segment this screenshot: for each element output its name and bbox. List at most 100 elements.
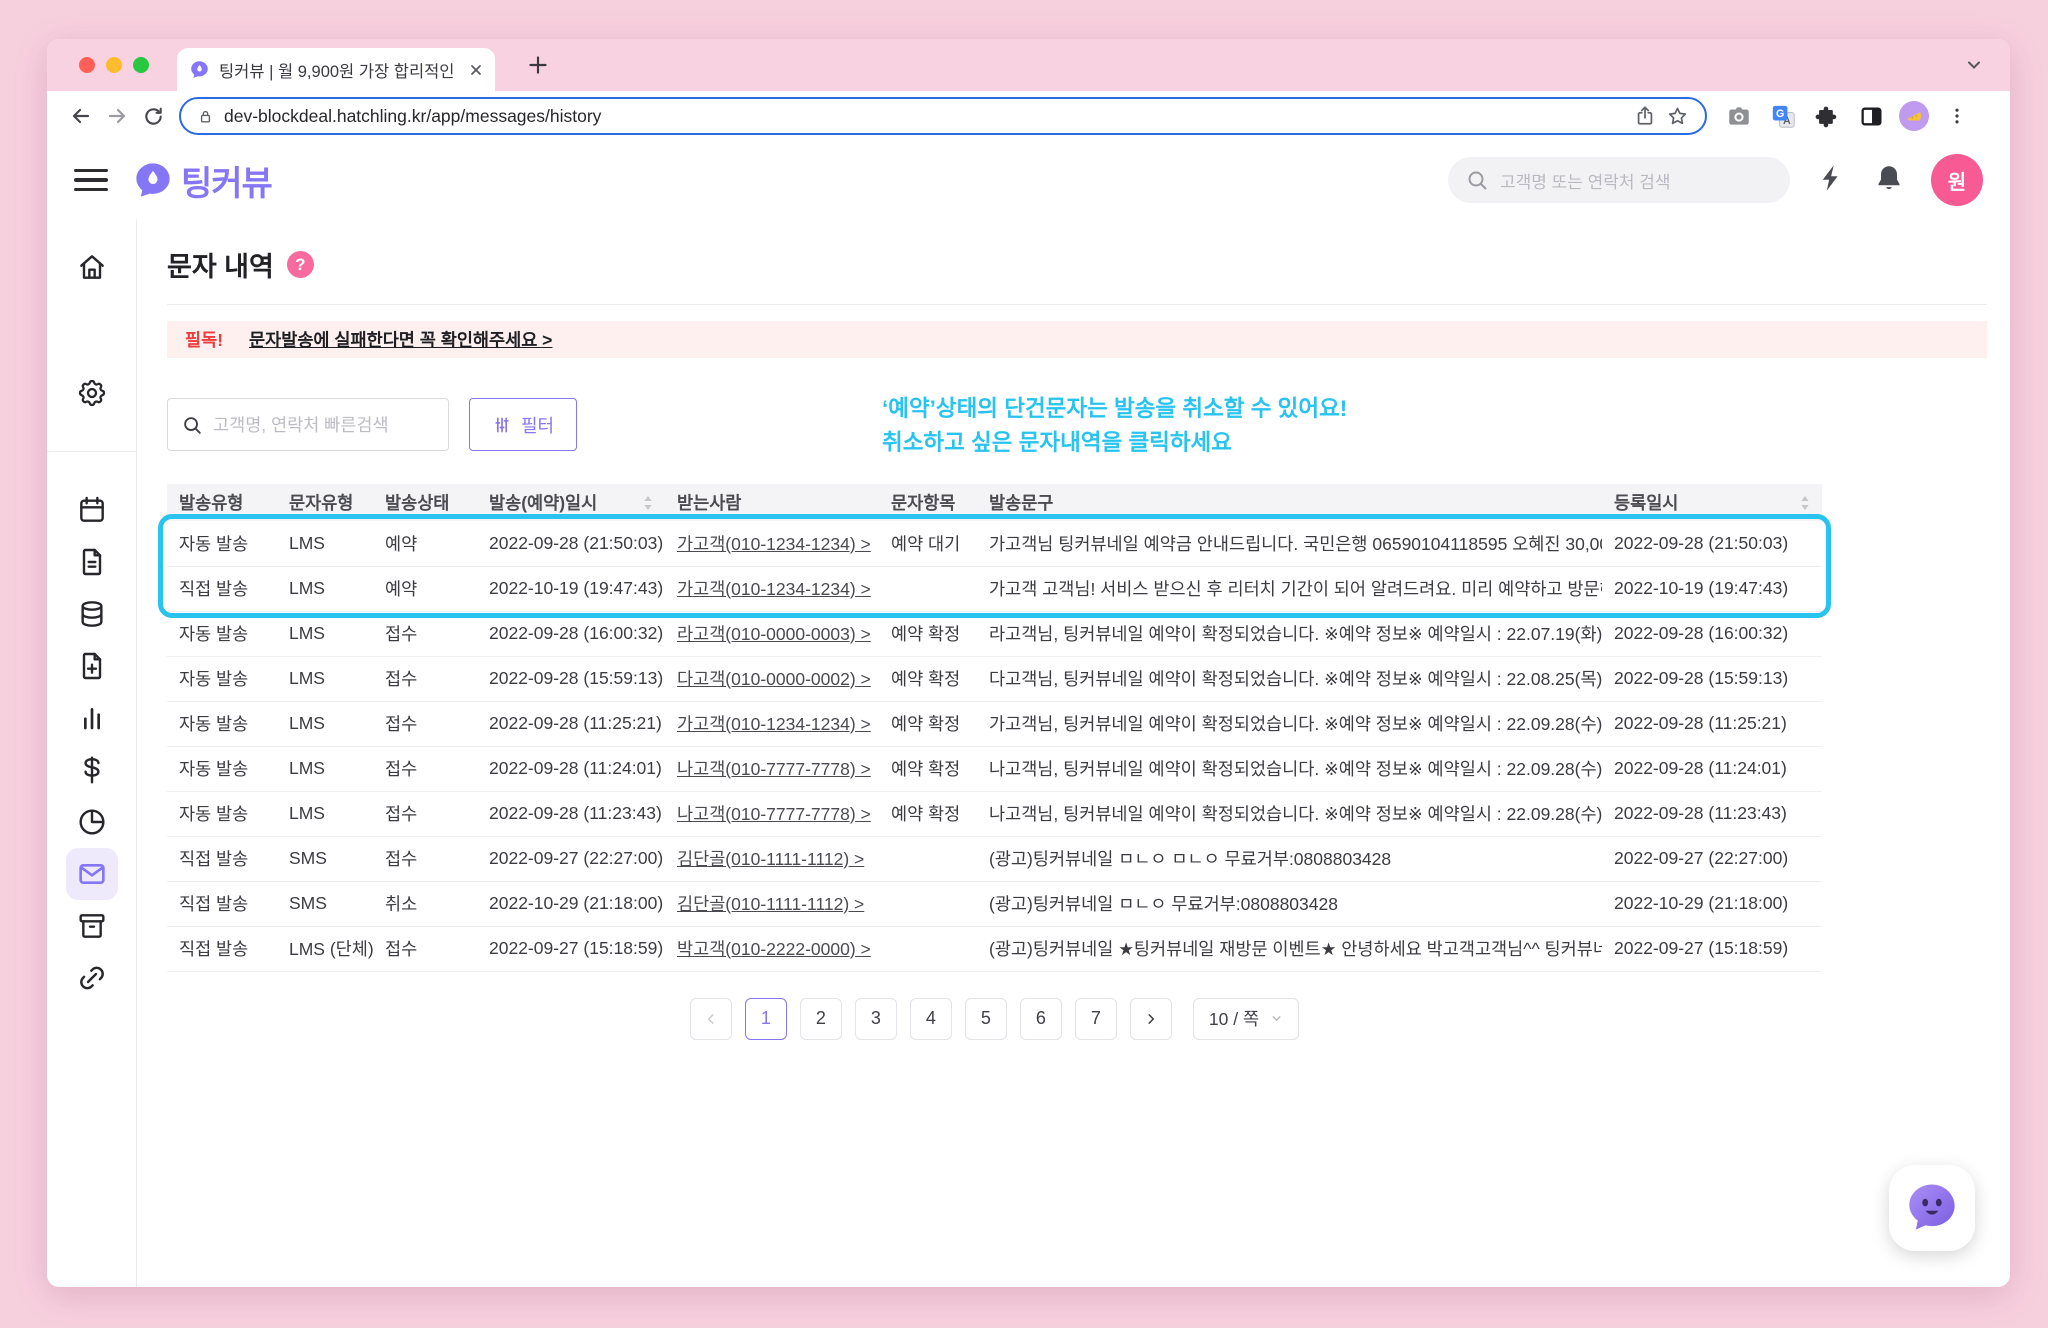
recipient-link[interactable]: 가고객(010-1234-1234) > <box>677 579 871 599</box>
table-row[interactable]: 자동 발송 LMS 접수 2022-09-28 (11:24:01) 나고객(0… <box>167 746 1822 791</box>
search-icon <box>181 414 203 436</box>
cell-category: 예약 확정 <box>879 746 977 791</box>
bookmark-star-icon[interactable] <box>1666 105 1689 128</box>
table-row[interactable]: 자동 발송 LMS 예약 2022-09-28 (21:50:03) 가고객(0… <box>167 521 1822 566</box>
help-badge[interactable]: ? <box>287 251 314 278</box>
sidebar-item-calendar[interactable] <box>74 492 110 528</box>
notifications-button[interactable] <box>1874 163 1904 198</box>
page-button-3[interactable]: 3 <box>855 998 897 1040</box>
page-button-1[interactable]: 1 <box>745 998 787 1040</box>
forward-button[interactable] <box>99 98 135 134</box>
recipient-link[interactable]: 나고객(010-7777-7778) > <box>677 804 871 824</box>
cell-sent-at: 2022-09-28 (11:23:43) <box>477 791 665 836</box>
next-page-button[interactable] <box>1130 998 1172 1040</box>
screenshot-extension-button[interactable] <box>1723 100 1755 132</box>
prev-page-button[interactable] <box>690 998 732 1040</box>
cell-category: 예약 확정 <box>879 791 977 836</box>
cell-message: 나고객님, 팅커뷰네일 예약이 확정되었습니다. ※예약 정보※ 예약일시 : … <box>977 746 1602 791</box>
page-button-6[interactable]: 6 <box>1020 998 1062 1040</box>
browser-profile-avatar[interactable] <box>1899 101 1929 131</box>
sidebar-item-links[interactable] <box>74 960 110 996</box>
cell-registered-at: 2022-09-27 (22:27:00) <box>1602 836 1822 881</box>
filter-button[interactable]: 필터 <box>469 398 577 451</box>
cell-send-type: 자동 발송 <box>167 701 277 746</box>
translate-extension-button[interactable]: AG <box>1767 100 1799 132</box>
col-send-type[interactable]: 발송유형 <box>167 484 277 521</box>
chat-widget-button[interactable] <box>1889 1165 1975 1251</box>
sidebar-item-messages[interactable] <box>66 848 118 900</box>
recipient-link[interactable]: 가고객(010-1234-1234) > <box>677 534 871 554</box>
col-status[interactable]: 발송상태 <box>373 484 477 521</box>
share-icon[interactable] <box>1634 105 1656 127</box>
col-recipient[interactable]: 받는사람 <box>665 484 879 521</box>
col-message[interactable]: 발송문구 <box>977 484 1602 521</box>
lightning-icon <box>1817 163 1847 193</box>
sidebar-item-sales[interactable] <box>74 752 110 788</box>
quick-search-input[interactable]: 고객명, 연락처 빠른검색 <box>167 398 449 451</box>
table-row[interactable]: 직접 발송 LMS 예약 2022-10-19 (19:47:43) 가고객(0… <box>167 566 1822 611</box>
quick-actions-button[interactable] <box>1817 163 1847 198</box>
col-msg-type[interactable]: 문자유형 <box>277 484 373 521</box>
recipient-link[interactable]: 다고객(010-0000-0002) > <box>677 669 871 689</box>
table-row[interactable]: 직접 발송 SMS 취소 2022-10-29 (21:18:00) 김단골(0… <box>167 881 1822 926</box>
table-row[interactable]: 자동 발송 LMS 접수 2022-09-28 (11:25:21) 가고객(0… <box>167 701 1822 746</box>
page-button-5[interactable]: 5 <box>965 998 1007 1040</box>
table-row[interactable]: 직접 발송 SMS 접수 2022-09-27 (22:27:00) 김단골(0… <box>167 836 1822 881</box>
notice-link[interactable]: 문자발송에 실패한다면 꼭 확인해주세요 > <box>249 327 552 352</box>
col-registered-at[interactable]: 등록일시 <box>1602 484 1822 521</box>
recipient-link[interactable]: 라고객(010-0000-0003) > <box>677 624 871 644</box>
cell-status: 접수 <box>373 656 477 701</box>
col-category[interactable]: 문자항목 <box>879 484 977 521</box>
window-controls <box>79 57 149 73</box>
browser-menu-button[interactable] <box>1941 100 1973 132</box>
side-panel-button[interactable] <box>1855 100 1887 132</box>
sidebar-item-reports[interactable] <box>74 804 110 840</box>
sidebar-item-statistics[interactable] <box>74 700 110 736</box>
url-bar[interactable]: dev-blockdeal.hatchling.kr/app/messages/… <box>179 97 1707 135</box>
sidebar-item-document[interactable] <box>74 544 110 580</box>
page-size-select[interactable]: 10 / 쪽 <box>1193 998 1299 1040</box>
sidebar <box>47 219 137 1287</box>
col-sent-at[interactable]: 발송(예약)일시 <box>477 484 665 521</box>
minimize-window-button[interactable] <box>106 57 122 73</box>
recipient-link[interactable]: 가고객(010-1234-1234) > <box>677 714 871 734</box>
cell-msg-type: LMS <box>277 521 373 566</box>
user-avatar[interactable]: 원 <box>1931 154 1983 206</box>
browser-tab[interactable]: 팅커뷰 | 월 9,900원 가장 합리적인 <box>177 48 495 91</box>
url-text[interactable]: dev-blockdeal.hatchling.kr/app/messages/… <box>224 106 1624 127</box>
recipient-link[interactable]: 김단골(010-1111-1112) > <box>677 849 864 869</box>
page-button-7[interactable]: 7 <box>1075 998 1117 1040</box>
global-search-input[interactable]: 고객명 또는 연락처 검색 <box>1448 157 1790 203</box>
table-row[interactable]: 자동 발송 LMS 접수 2022-09-28 (16:00:32) 라고객(0… <box>167 611 1822 656</box>
tab-close-icon[interactable] <box>469 63 483 77</box>
menu-hamburger-button[interactable] <box>74 169 108 192</box>
cell-status: 접수 <box>373 611 477 656</box>
back-button[interactable] <box>63 98 99 134</box>
new-tab-button[interactable] <box>525 52 551 78</box>
table-row[interactable]: 자동 발송 LMS 접수 2022-09-28 (15:59:13) 다고객(0… <box>167 656 1822 701</box>
page-button-4[interactable]: 4 <box>910 998 952 1040</box>
close-window-button[interactable] <box>79 57 95 73</box>
cell-message: 가고객님 팅커뷰네일 예약금 안내드립니다. 국민은행 065901041185… <box>977 521 1602 566</box>
tab-list-chevron-icon[interactable] <box>1964 55 1984 75</box>
page-button-2[interactable]: 2 <box>800 998 842 1040</box>
extensions-button[interactable] <box>1811 100 1843 132</box>
sidebar-item-storage[interactable] <box>74 908 110 944</box>
table-row[interactable]: 직접 발송 LMS (단체) 접수 2022-09-27 (15:18:59) … <box>167 926 1822 971</box>
recipient-link[interactable]: 나고객(010-7777-7778) > <box>677 759 871 779</box>
recipient-link[interactable]: 김단골(010-1111-1112) > <box>677 894 864 914</box>
sidebar-item-database[interactable] <box>74 596 110 632</box>
cell-send-type: 직접 발송 <box>167 926 277 971</box>
app-logo[interactable]: 팅커뷰 <box>132 156 272 205</box>
table-row[interactable]: 자동 발송 LMS 접수 2022-09-28 (11:23:43) 나고객(0… <box>167 791 1822 836</box>
recipient-link[interactable]: 박고객(010-2222-0000) > <box>677 939 871 959</box>
cell-registered-at: 2022-09-28 (11:25:21) <box>1602 701 1822 746</box>
reload-button[interactable] <box>135 98 171 134</box>
sidebar-item-home[interactable] <box>74 249 110 285</box>
forward-arrow-icon <box>105 104 129 128</box>
sidebar-item-file-add[interactable] <box>74 648 110 684</box>
sort-icon[interactable] <box>1800 495 1810 511</box>
sidebar-item-settings[interactable] <box>74 375 110 411</box>
maximize-window-button[interactable] <box>133 57 149 73</box>
sort-icon[interactable] <box>643 495 653 511</box>
